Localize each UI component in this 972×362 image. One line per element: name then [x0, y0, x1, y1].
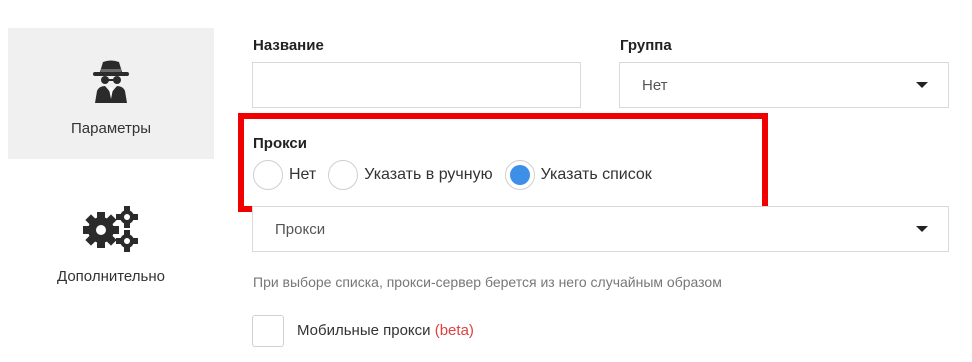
sidebar-item-label: Дополнительно	[57, 268, 165, 285]
chevron-down-icon	[916, 226, 928, 232]
highlight-annotation-box	[238, 113, 768, 212]
chevron-down-icon	[916, 82, 928, 88]
incognito-spy-icon	[91, 56, 131, 106]
group-select[interactable]: Нет	[619, 62, 949, 108]
proxy-list-select[interactable]: Прокси	[252, 206, 949, 252]
sidebar-item-parameters[interactable]: Параметры	[8, 28, 214, 159]
mobile-proxy-checkbox[interactable]	[252, 315, 284, 347]
proxy-hint-text: При выборе списка, прокси-сервер берется…	[253, 274, 722, 290]
name-input[interactable]	[252, 62, 581, 108]
proxy-list-select-value: Прокси	[275, 220, 326, 238]
gears-icon	[81, 204, 141, 254]
name-label: Название	[253, 37, 324, 54]
sidebar-item-label: Параметры	[71, 120, 151, 137]
mobile-proxy-label-text: Мобильные прокси	[297, 322, 431, 339]
group-label: Группа	[620, 37, 672, 54]
sidebar-item-advanced[interactable]: Дополнительно	[8, 190, 214, 300]
group-select-value: Нет	[642, 76, 668, 94]
mobile-proxy-label[interactable]: Мобильные прокси (beta)	[297, 322, 474, 339]
beta-badge: (beta)	[434, 322, 474, 339]
